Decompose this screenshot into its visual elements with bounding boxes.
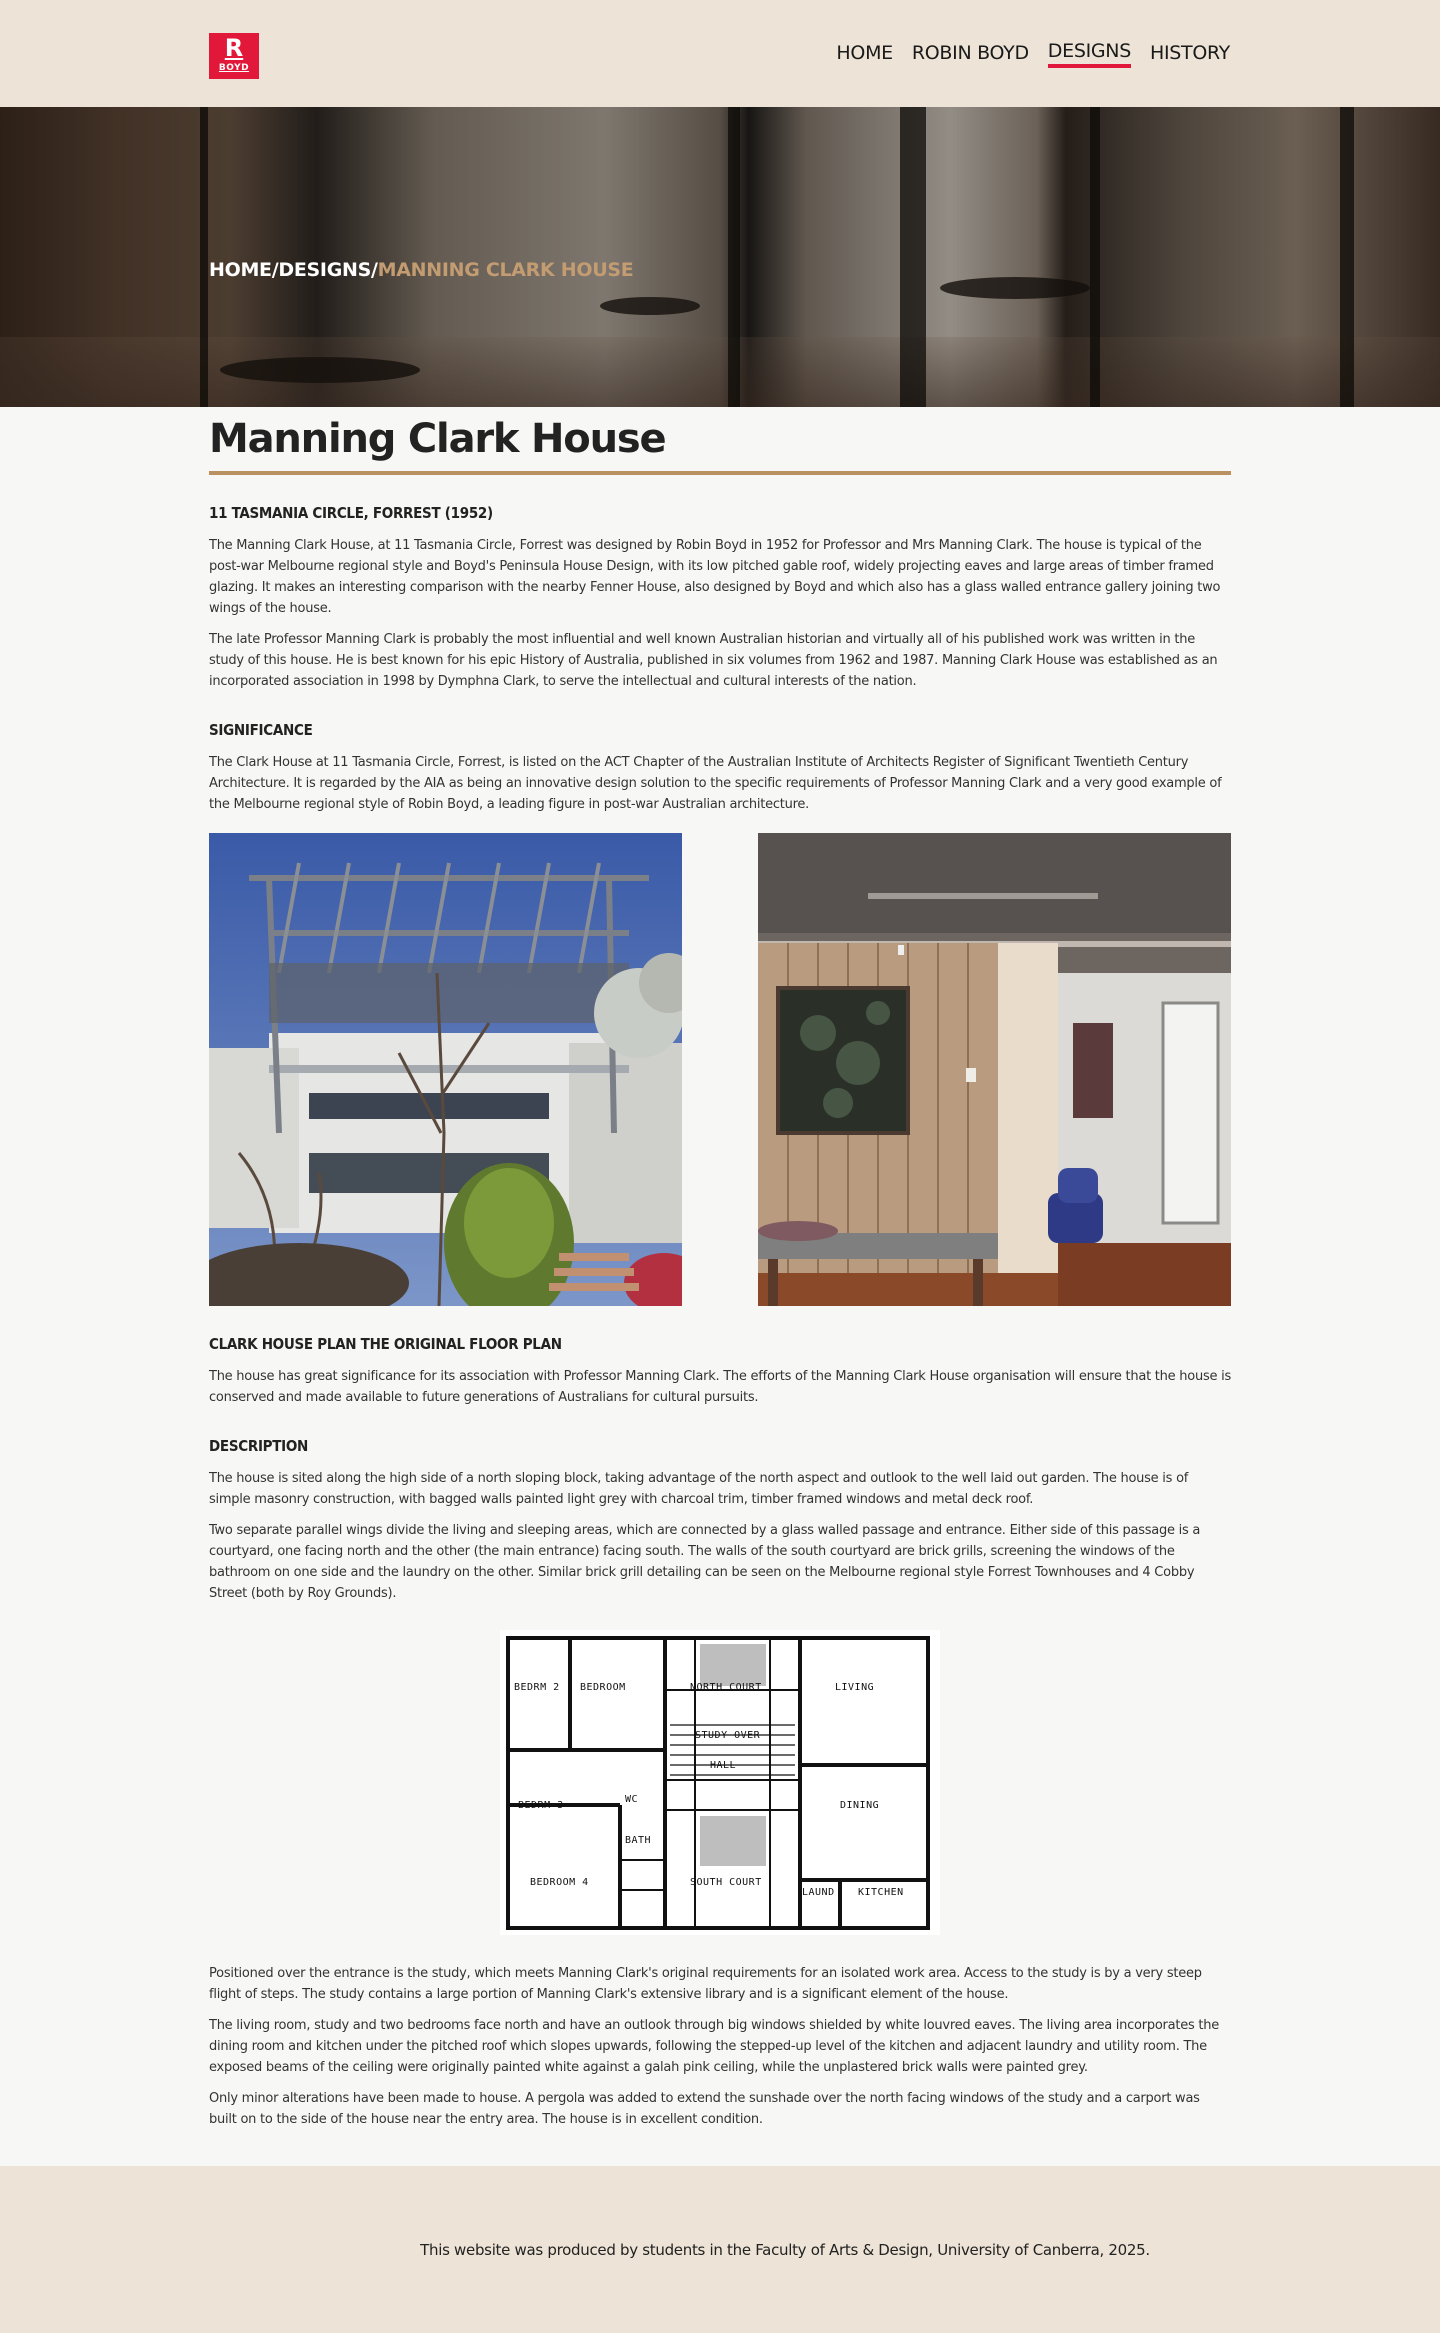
site-header: R BOYD HOME ROBIN BOYD DESIGNS HISTORY bbox=[0, 0, 1440, 107]
logo-letter: R bbox=[224, 34, 244, 62]
exterior-photo-image bbox=[209, 833, 682, 1306]
significance-paragraph: The Clark House at 11 Tasmania Circle, F… bbox=[209, 755, 1222, 812]
page-title: Manning Clark House bbox=[209, 415, 1231, 475]
exterior-photo[interactable] bbox=[209, 833, 682, 1306]
main-nav: HOME ROBIN BOYD DESIGNS HISTORY bbox=[836, 38, 1230, 68]
logo-subtext: BOYD bbox=[218, 63, 250, 73]
plan-label-bedrm3: BEDRM 3 bbox=[518, 1800, 564, 1811]
floor-plan-heading: CLARK HOUSE PLAN THE ORIGINAL FLOOR PLAN bbox=[209, 1335, 562, 1353]
plan-label-dining: DINING bbox=[840, 1800, 879, 1811]
nav-designs[interactable]: DESIGNS bbox=[1047, 38, 1131, 68]
description-heading: DESCRIPTION bbox=[209, 1437, 309, 1455]
photo-gallery bbox=[209, 833, 1231, 1306]
site-footer: This website was produced by students in… bbox=[0, 2166, 1440, 2333]
description-paragraph: Two separate parallel wings divide the l… bbox=[209, 1523, 1201, 1601]
plan-label-bedroom4: BEDROOM 4 bbox=[530, 1877, 589, 1888]
plan-label-kitchen: KITCHEN bbox=[858, 1887, 904, 1898]
intro-paragraph: The late Professor Manning Clark is prob… bbox=[209, 632, 1218, 689]
breadcrumb-separator: / bbox=[370, 259, 378, 281]
plan-label-bedroom: BEDROOM bbox=[580, 1682, 626, 1693]
plan-label-bath: BATH bbox=[625, 1835, 651, 1846]
plan-label-north-court: NORTH COURT bbox=[690, 1682, 762, 1693]
closing-paragraph: Positioned over the entrance is the stud… bbox=[209, 1966, 1202, 2002]
nav-home[interactable]: HOME bbox=[836, 38, 893, 68]
hero-overlay bbox=[0, 107, 1440, 407]
breadcrumb-designs[interactable]: DESIGNS bbox=[278, 259, 371, 281]
footer-credit: This website was produced by students in… bbox=[420, 2240, 1150, 2259]
floor-plan-drawing[interactable]: BEDRM 2 BEDROOM NORTH COURT LIVING STUDY… bbox=[500, 1630, 940, 1935]
plan-label-living: LIVING bbox=[835, 1682, 874, 1693]
plan-label-hall: HALL bbox=[710, 1760, 736, 1771]
closing-paragraph: The living room, study and two bedrooms … bbox=[209, 2018, 1219, 2075]
plan-label-south-court: SOUTH COURT bbox=[690, 1877, 762, 1888]
intro-paragraph: The Manning Clark House, at 11 Tasmania … bbox=[209, 538, 1221, 616]
plan-label-laund: LAUND bbox=[802, 1887, 835, 1898]
nav-history[interactable]: HISTORY bbox=[1150, 38, 1230, 68]
plan-label-bedrm2: BEDRM 2 bbox=[514, 1682, 560, 1693]
plan-label-wc: WC bbox=[625, 1794, 638, 1805]
nav-robin-boyd[interactable]: ROBIN BOYD bbox=[912, 38, 1029, 68]
main-content: Manning Clark House 11 TASMANIA CIRCLE, … bbox=[209, 407, 1231, 2130]
boyd-logo[interactable]: R BOYD bbox=[209, 33, 259, 79]
significance-heading: SIGNIFICANCE bbox=[209, 721, 313, 739]
plan-label-study-over: STUDY OVER bbox=[695, 1730, 761, 1741]
breadcrumb-home[interactable]: HOME bbox=[209, 259, 272, 281]
floor-plan-paragraph: The house has great significance for its… bbox=[209, 1369, 1231, 1405]
floor-plan-figure: BEDRM 2 BEDROOM NORTH COURT LIVING STUDY… bbox=[209, 1630, 1231, 1935]
interior-photo-image bbox=[758, 833, 1231, 1306]
description-paragraph: The house is sited along the high side o… bbox=[209, 1471, 1189, 1507]
address-heading: 11 TASMANIA CIRCLE, FORREST (1952) bbox=[209, 504, 493, 522]
closing-paragraph: Only minor alterations have been made to… bbox=[209, 2091, 1200, 2127]
interior-photo[interactable] bbox=[758, 833, 1231, 1306]
hero-banner: HOME/DESIGNS/MANNING CLARK HOUSE bbox=[0, 107, 1440, 407]
breadcrumb-current: MANNING CLARK HOUSE bbox=[377, 259, 634, 281]
breadcrumb: HOME/DESIGNS/MANNING CLARK HOUSE bbox=[209, 259, 634, 281]
